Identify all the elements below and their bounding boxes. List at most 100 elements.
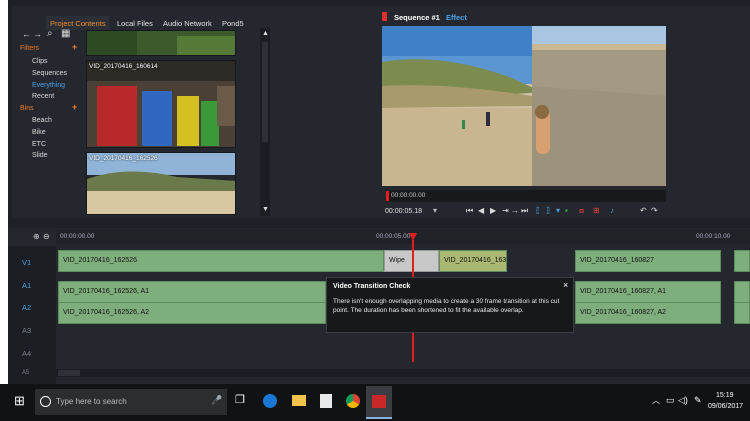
track-label-a1[interactable]: A1 (22, 281, 31, 290)
pen-icon[interactable]: ✎ (694, 396, 702, 405)
browser-scrollbar[interactable]: ▲ ▼ (260, 28, 270, 216)
sequence-flag-icon (382, 12, 387, 21)
step-forward-icon[interactable]: ⇥ (502, 207, 509, 215)
dialog-close-icon[interactable]: × (563, 281, 568, 290)
insert-icon[interactable]: ▾ (556, 207, 560, 215)
filter-sequences[interactable]: Sequences (32, 70, 67, 77)
transition-check-dialog: Video Transition Check × There isn't eno… (326, 277, 574, 333)
clip-a1-c[interactable]: VID_20170416_160827, A1 (575, 281, 721, 303)
fast-forward-icon[interactable]: → (511, 207, 519, 215)
track-label-a4[interactable]: A4 (22, 349, 31, 358)
marker-icon[interactable]: ▪ (565, 207, 568, 215)
zoom-in-icon[interactable]: ⊕ (33, 233, 40, 241)
video-frame-image (382, 26, 666, 186)
clip-v1-c[interactable]: VID_20170416_160827 (575, 250, 721, 272)
go-to-end-icon[interactable]: ⏭ (521, 207, 528, 215)
overwrite-icon[interactable]: ⧈ (579, 207, 584, 215)
beach-dunes-image (87, 153, 235, 214)
clip-a2-d[interactable] (734, 302, 750, 324)
scroll-up-icon[interactable]: ▲ (262, 30, 269, 37)
undo-icon[interactable]: ↶ (640, 207, 647, 215)
clip-a1-a[interactable]: VID_20170416_162526, A1 (58, 281, 326, 303)
clip-v1-a[interactable]: VID_20170416_162526 (58, 250, 384, 272)
tab-audio-network[interactable]: Audio Network (159, 16, 216, 30)
search-placeholder: Type here to search (56, 397, 127, 406)
back-arrow-icon[interactable]: ← (22, 30, 31, 39)
lightworks-app: Project Contents Local Files Audio Netwo… (8, 0, 750, 384)
mark-out-icon[interactable]: ⟧ (546, 207, 550, 215)
thumbnail-clip-2[interactable]: VID_20170416_162526 (86, 152, 236, 215)
lightworks-app-icon (372, 395, 386, 408)
grid-view-icon[interactable]: ▦ (61, 29, 70, 39)
track-label-a3[interactable]: A3 (22, 326, 31, 335)
microphone-icon[interactable]: 🎤 (211, 396, 222, 405)
playground-slide-image (87, 61, 235, 147)
audio-icon[interactable]: ♪ (610, 207, 614, 215)
bin-etc[interactable]: ETC (32, 141, 46, 148)
bin-slide[interactable]: Slide (32, 152, 48, 159)
ruler-time-10: 00:00:10.00 (696, 233, 731, 240)
dialog-title: Video Transition Check (333, 283, 411, 290)
sequence-title: Sequence #1 (394, 13, 440, 22)
scrub-playhead-marker[interactable] (386, 191, 389, 201)
ruler-time-0: 00:00:00.00 (60, 233, 95, 240)
windows-taskbar: ⊞ Type here to search 🎤 ❐ ︿ ▭ ◁) ✎ 15:19… (0, 384, 750, 421)
add-bin-plus-icon[interactable]: + (72, 103, 77, 112)
filter-clips[interactable]: Clips (32, 58, 48, 65)
mark-in-icon[interactable]: ⟦ (536, 207, 540, 215)
forward-arrow-icon[interactable]: → (33, 30, 42, 39)
thumbnail-label: VID_20170416_160614 (89, 63, 158, 70)
filter-everything[interactable]: Everything (32, 82, 65, 89)
scrub-bar[interactable] (386, 190, 666, 202)
taskbar-search-box[interactable]: Type here to search 🎤 (35, 389, 227, 415)
lightworks-taskbar-button[interactable] (366, 386, 392, 419)
tab-local-files[interactable]: Local Files (113, 16, 157, 30)
zoom-out-icon[interactable]: ⊖ (43, 233, 50, 241)
bin-bike[interactable]: Bike (32, 129, 46, 136)
track-label-a5[interactable]: A5 (22, 370, 29, 376)
thumbnail-label: VID_20170416_162526 (89, 155, 158, 162)
task-view-icon[interactable]: ❐ (235, 395, 245, 406)
clock-time[interactable]: 15:19 (716, 392, 734, 399)
bin-beach[interactable]: Beach (32, 117, 52, 124)
store-icon[interactable] (320, 394, 332, 408)
video-preview (382, 26, 666, 186)
filters-heading: Filters (20, 45, 40, 52)
scroll-down-icon[interactable]: ▼ (262, 206, 269, 213)
play-icon[interactable]: ▶ (490, 207, 496, 215)
thumbnail-clip-1[interactable]: VID_20170416_160614 (86, 60, 236, 148)
scrollbar-thumb[interactable] (262, 42, 268, 142)
add-filter-plus-icon[interactable]: + (72, 43, 77, 52)
go-to-start-icon[interactable]: ⏮ (466, 207, 473, 215)
volume-icon[interactable]: ◁) (678, 396, 688, 405)
effect-label[interactable]: Effect (446, 14, 467, 22)
search-circle-icon (40, 396, 51, 407)
clip-v1-b[interactable]: VID_20170416_163 (439, 250, 507, 272)
timeline-hscroll-thumb[interactable] (58, 370, 80, 376)
clip-a1-d[interactable] (734, 281, 750, 303)
redo-icon[interactable]: ↷ (651, 207, 658, 215)
dialog-message: There isn't enough overlapping media to … (333, 298, 560, 314)
chrome-icon[interactable] (346, 394, 360, 408)
show-hidden-icons-icon[interactable]: ︿ (652, 397, 660, 405)
filter-recent[interactable]: Recent (32, 93, 54, 100)
step-back-icon[interactable]: ◀ (478, 207, 484, 215)
track-header-column (8, 246, 56, 384)
track-label-a2[interactable]: A2 (22, 303, 31, 312)
clip-v1-d[interactable] (734, 250, 750, 272)
thumbnail-top-partial[interactable] (86, 30, 236, 56)
search-icon[interactable]: ⌕ (47, 29, 53, 39)
current-timecode[interactable]: 00:00:05.18 (385, 208, 422, 215)
clip-a2-c[interactable]: VID_20170416_160827, A2 (575, 302, 721, 324)
timeline-hscrollbar[interactable] (56, 369, 750, 377)
timecode-dropdown-icon[interactable]: ▾ (433, 207, 437, 215)
replace-icon[interactable]: ⊞ (593, 207, 600, 215)
edge-browser-icon[interactable] (263, 394, 277, 408)
clock-date[interactable]: 09/06/2017 (708, 403, 743, 410)
tab-pond5[interactable]: Pond5 (218, 16, 248, 30)
file-explorer-icon[interactable] (292, 395, 306, 406)
windows-start-icon[interactable]: ⊞ (14, 394, 25, 407)
clip-a2-a[interactable]: VID_20170416_162526, A2 (58, 302, 326, 324)
network-icon[interactable]: ▭ (666, 396, 675, 405)
track-label-v1[interactable]: V1 (22, 258, 31, 267)
